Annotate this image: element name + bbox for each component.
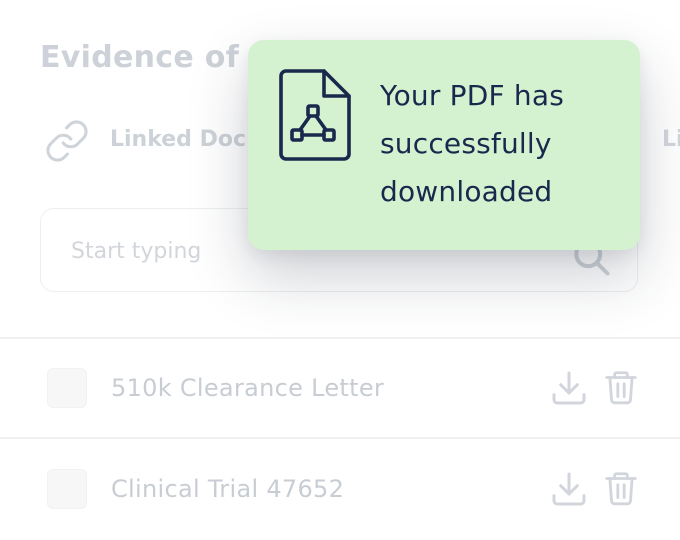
- document-row: Clinical Trial 47652: [0, 439, 680, 539]
- document-row: 510k Clearance Letter: [0, 338, 680, 438]
- section-title: Evidence of C: [40, 40, 273, 75]
- download-icon[interactable]: [548, 469, 590, 509]
- trash-icon[interactable]: [602, 467, 640, 509]
- link-icon[interactable]: [44, 118, 90, 164]
- linked-documents-tab[interactable]: Linked Doc: [110, 127, 246, 152]
- app-screen: Evidence of C Linked Doc Li 510k Clearan…: [0, 0, 680, 540]
- pdf-file-icon: [279, 69, 351, 161]
- download-success-toast[interactable]: Your PDF has successfully downloaded: [248, 40, 640, 250]
- secondary-tab[interactable]: Li: [662, 127, 680, 152]
- document-name: Clinical Trial 47652: [111, 475, 345, 503]
- row-checkbox[interactable]: [47, 368, 87, 408]
- download-icon[interactable]: [548, 368, 590, 408]
- trash-icon[interactable]: [602, 366, 640, 408]
- document-name: 510k Clearance Letter: [111, 374, 385, 402]
- row-checkbox[interactable]: [47, 469, 87, 509]
- toast-message: Your PDF has successfully downloaded: [380, 79, 565, 208]
